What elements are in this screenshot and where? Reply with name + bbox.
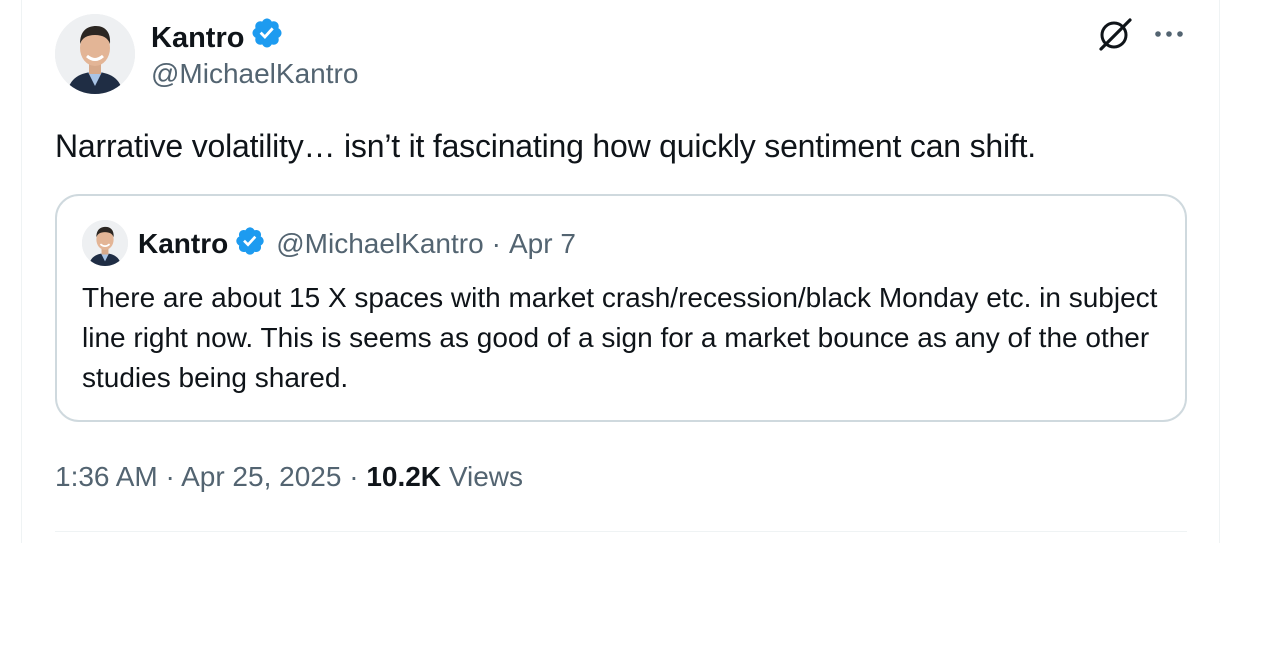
tweet-date[interactable]: Apr 25, 2025: [181, 461, 341, 492]
verified-badge-icon: [234, 225, 266, 264]
verified-badge-icon[interactable]: [250, 16, 284, 59]
quoted-tweet-card[interactable]: Kantro @MichaelKantro · Apr 7 There are …: [55, 194, 1187, 422]
quoted-tweet-text: There are about 15 X spaces with market …: [82, 282, 1158, 393]
tweet-metadata: 1:36 AM · Apr 25, 2025 · 10.2K Views: [55, 458, 523, 496]
separator-dot: ·: [349, 461, 359, 492]
author-display-name-row[interactable]: Kantro: [151, 16, 284, 59]
quoted-author-handle[interactable]: @MichaelKantro: [276, 228, 483, 260]
quoted-author-avatar[interactable]: [82, 220, 128, 266]
author-handle[interactable]: @MichaelKantro: [151, 56, 358, 92]
tweet-text: Narrative volatility… isn’t it fascinati…: [55, 128, 1036, 164]
author-display-name[interactable]: Kantro: [151, 20, 244, 56]
tweet-time[interactable]: 1:36 AM: [55, 461, 158, 492]
quoted-tweet-header: Kantro @MichaelKantro · Apr 7: [138, 226, 576, 262]
grok-icon[interactable]: [1096, 16, 1134, 54]
author-avatar[interactable]: [55, 14, 135, 94]
quoted-tweet-date[interactable]: Apr 7: [509, 228, 576, 260]
views-count: 10.2K: [366, 461, 442, 492]
quoted-author-display-name[interactable]: Kantro: [138, 228, 228, 260]
separator-dot: ·: [491, 228, 501, 259]
tweet-detail-panel: Kantro @MichaelKantro Narrative volatili…: [21, 0, 1220, 543]
separator-dot: ·: [165, 461, 175, 492]
more-options-icon[interactable]: [1152, 20, 1186, 48]
divider: [55, 531, 1187, 532]
views-label: Views: [448, 461, 523, 492]
